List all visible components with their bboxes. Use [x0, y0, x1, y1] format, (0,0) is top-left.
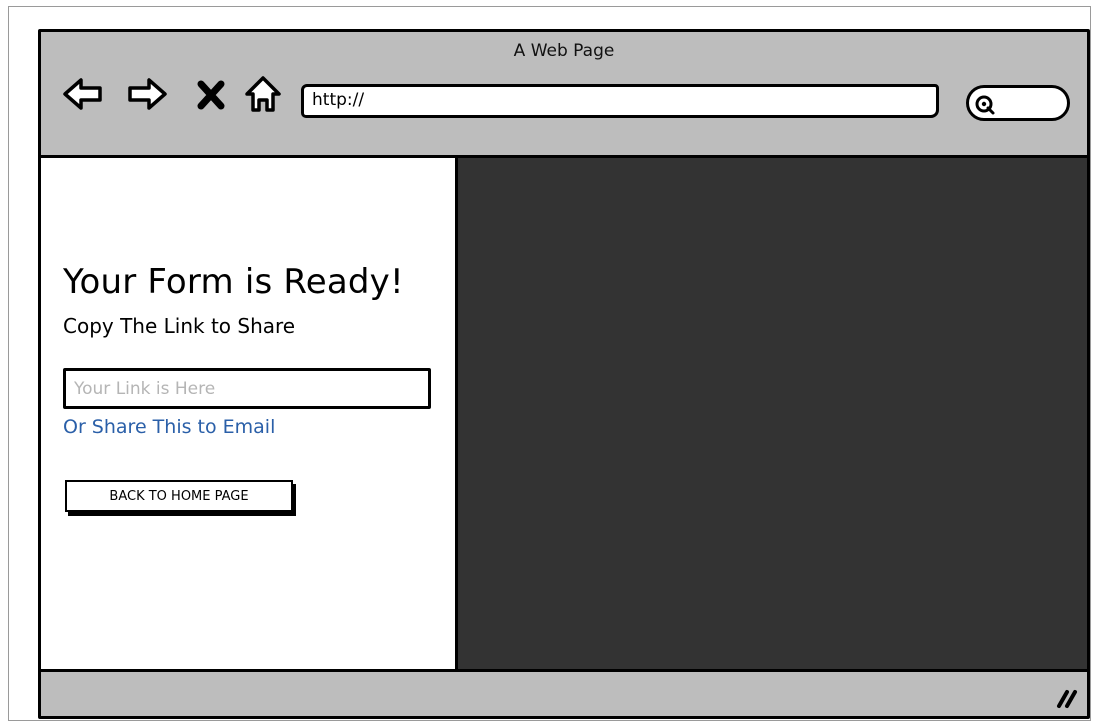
status-bar: [41, 675, 1087, 716]
share-link-input[interactable]: [63, 368, 431, 409]
image-placeholder-panel: [458, 158, 1087, 669]
home-icon[interactable]: [241, 72, 285, 116]
close-x-icon[interactable]: [193, 72, 237, 116]
page-content: Your Form is Ready! Copy The Link to Sha…: [41, 155, 1087, 672]
back-to-home-button[interactable]: BACK TO HOME PAGE: [65, 480, 293, 512]
forward-arrow-icon[interactable]: [125, 72, 169, 116]
browser-window: A Web Page http:// Your Form is Ready! C…: [38, 29, 1090, 719]
resize-grip-icon[interactable]: [1053, 687, 1079, 713]
share-email-link[interactable]: Or Share This to Email: [63, 416, 275, 438]
back-arrow-icon[interactable]: [61, 72, 105, 116]
window-title: A Web Page: [513, 41, 615, 61]
mockup-frame: A Web Page http:// Your Form is Ready! C…: [8, 6, 1091, 721]
page-subheading: Copy The Link to Share: [63, 314, 296, 338]
search-field[interactable]: [966, 85, 1070, 121]
page-heading: Your Form is Ready!: [63, 262, 404, 302]
form-ready-panel: Your Form is Ready! Copy The Link to Sha…: [41, 158, 458, 669]
url-field[interactable]: http://: [301, 84, 939, 118]
search-icon: [975, 95, 995, 115]
